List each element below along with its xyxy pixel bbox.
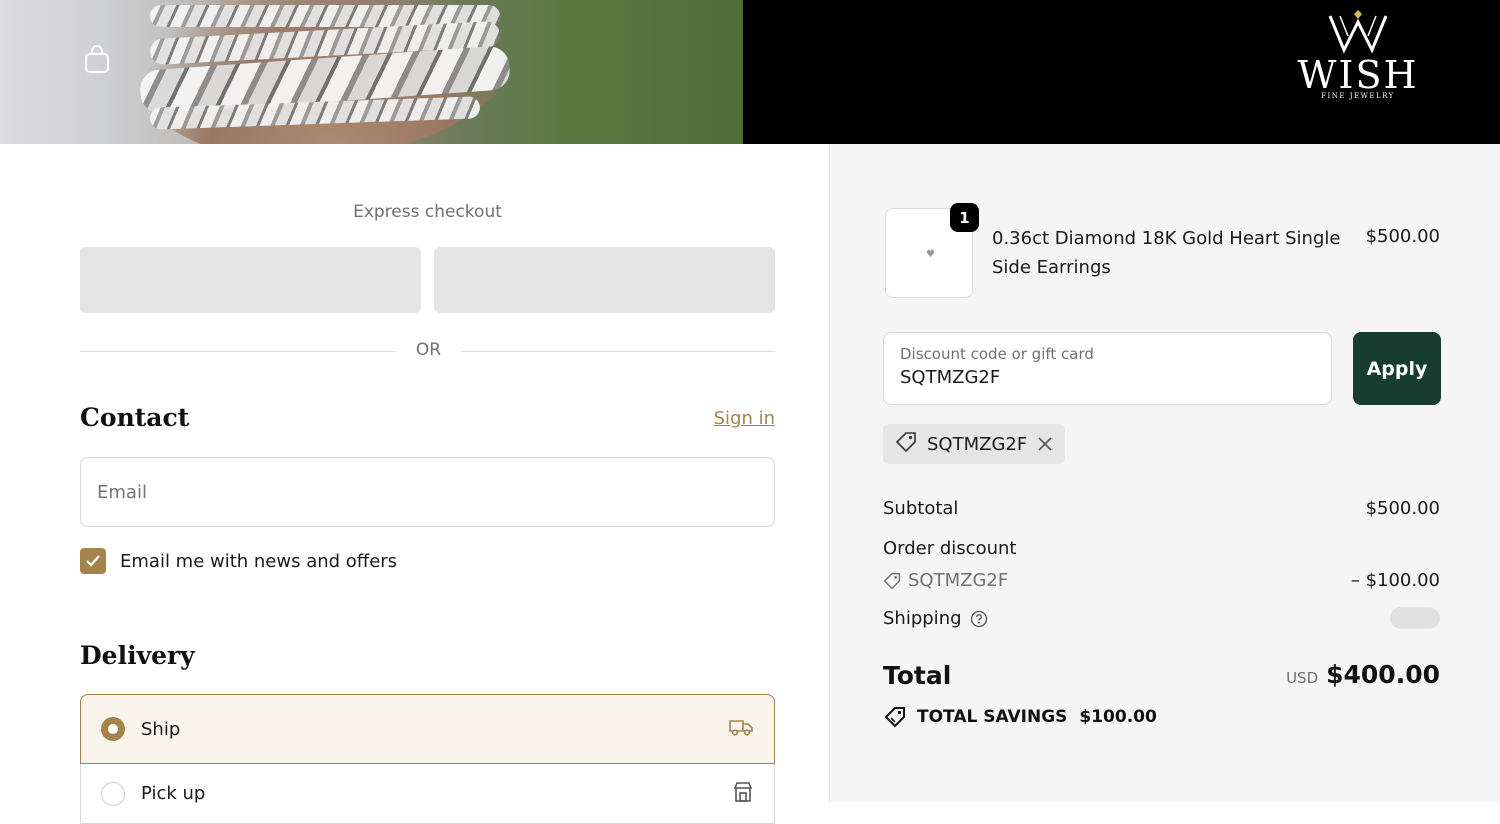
savings-label: TOTAL SAVINGS — [917, 707, 1068, 727]
total-value: USD $400.00 — [1286, 660, 1440, 689]
logo-w-mark-icon — [1328, 10, 1388, 54]
tag-icon — [895, 431, 917, 458]
hero-image — [0, 0, 743, 144]
currency-code: USD — [1286, 669, 1319, 687]
checkmark-icon — [86, 555, 100, 567]
total-label: Total — [883, 661, 952, 690]
truck-icon — [728, 717, 754, 741]
shipping-label: Shipping — [883, 608, 962, 629]
remove-discount-icon[interactable] — [1037, 436, 1053, 452]
discount-code-field[interactable]: Discount code or gift card SQTMZG2F — [883, 332, 1332, 405]
header: WISH FINE JEWELRY — [0, 0, 1500, 144]
express-pay-button-1[interactable] — [80, 247, 421, 313]
store-logo[interactable]: WISH FINE JEWELRY — [1296, 8, 1420, 118]
shopping-bag-icon[interactable] — [83, 44, 111, 74]
pickup-label: Pick up — [141, 783, 206, 804]
checkout-form: Express checkout OR Contact Sign in Emai… — [0, 144, 829, 824]
applied-code: SQTMZG2F — [927, 433, 1028, 455]
tag-icon — [883, 572, 901, 589]
apply-button[interactable]: Apply — [1353, 332, 1441, 405]
product-name: 0.36ct Diamond 18K Gold Heart Single Sid… — [992, 228, 1341, 278]
order-discount-label: Order discount — [883, 538, 1017, 559]
total-savings-row: TOTAL SAVINGS $100.00 — [883, 706, 1157, 728]
applied-discount-chip: SQTMZG2F — [883, 424, 1066, 464]
newsletter-checkbox[interactable] — [80, 548, 106, 574]
or-divider: OR — [80, 340, 775, 362]
logo-wordmark: WISH — [1297, 53, 1419, 97]
savings-tag-icon — [884, 707, 905, 728]
shipping-value-placeholder — [1390, 607, 1440, 629]
savings-amount: $100.00 — [1079, 707, 1157, 727]
heart-icon: ♥ — [926, 249, 935, 260]
quantity-badge: 1 — [950, 203, 979, 232]
subtotal-label: Subtotal — [883, 498, 959, 519]
ship-radio[interactable] — [101, 717, 125, 741]
express-checkout-title: Express checkout — [353, 202, 502, 222]
or-label: OR — [415, 340, 442, 360]
subtotal-value: $500.00 — [1365, 498, 1440, 519]
express-pay-button-2[interactable] — [434, 247, 775, 313]
sign-in-link[interactable]: Sign in — [714, 408, 775, 429]
delivery-heading: Delivery — [80, 641, 195, 670]
order-summary: ♥ 1 0.36ct Diamond 18K Gold Heart Single… — [829, 144, 1500, 802]
discount-code-text: SQTMZG2F — [908, 570, 1009, 591]
discount-code-row: SQTMZG2F — [883, 570, 1008, 591]
delivery-option-ship[interactable]: Ship — [80, 694, 775, 764]
shipping-label-row: Shipping — [883, 608, 988, 629]
store-icon — [732, 781, 754, 807]
newsletter-checkbox-row[interactable]: Email me with news and offers — [80, 548, 397, 574]
total-amount: $400.00 — [1326, 660, 1440, 689]
discount-field-label: Discount code or gift card — [900, 345, 1094, 363]
newsletter-label: Email me with news and offers — [120, 550, 398, 572]
contact-heading: Contact — [80, 403, 190, 432]
email-field[interactable] — [80, 457, 775, 527]
ship-label: Ship — [141, 718, 181, 740]
product-price: $500.00 — [1365, 226, 1440, 247]
discount-amount: – $100.00 — [1350, 570, 1440, 591]
delivery-option-pickup[interactable]: Pick up — [80, 764, 775, 824]
discount-field-value[interactable]: SQTMZG2F — [900, 367, 1315, 388]
help-icon[interactable] — [970, 610, 988, 628]
